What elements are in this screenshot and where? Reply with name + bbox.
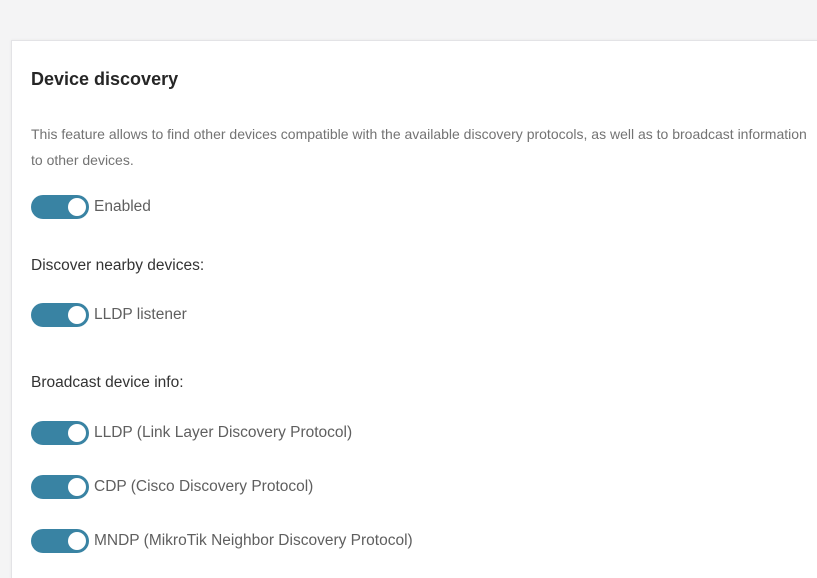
top-bar xyxy=(0,0,817,40)
lldp-listener-toggle-label: LLDP listener xyxy=(94,306,187,323)
broadcast-heading: Broadcast device info: xyxy=(31,374,184,391)
toggle-knob xyxy=(68,478,86,496)
cdp-toggle-row[interactable]: CDP (Cisco Discovery Protocol) xyxy=(31,475,313,499)
lldp-broadcast-toggle-label: LLDP (Link Layer Discovery Protocol) xyxy=(94,424,353,441)
device-discovery-card: Device discovery This feature allows to … xyxy=(11,40,817,578)
enabled-toggle-switch[interactable] xyxy=(31,195,89,219)
enabled-toggle-label: Enabled xyxy=(94,198,151,215)
mndp-toggle-label: MNDP (MikroTik Neighbor Discovery Protoc… xyxy=(94,532,413,549)
lldp-listener-toggle-row[interactable]: LLDP listener xyxy=(31,303,187,327)
cdp-toggle-switch[interactable] xyxy=(31,475,89,499)
section-description: This feature allows to find other device… xyxy=(31,126,807,168)
lldp-broadcast-toggle-row[interactable]: LLDP (Link Layer Discovery Protocol) xyxy=(31,421,352,445)
lldp-listener-toggle-switch[interactable] xyxy=(31,303,89,327)
toggle-knob xyxy=(68,306,86,324)
enabled-toggle-row[interactable]: Enabled xyxy=(31,195,151,219)
toggle-knob xyxy=(68,198,86,216)
lldp-broadcast-toggle-switch[interactable] xyxy=(31,421,89,445)
mndp-toggle-switch[interactable] xyxy=(31,529,89,553)
toggle-knob xyxy=(68,424,86,442)
toggle-knob xyxy=(68,532,86,550)
mndp-toggle-row[interactable]: MNDP (MikroTik Neighbor Discovery Protoc… xyxy=(31,529,413,553)
section-title: Device discovery xyxy=(31,69,179,89)
discover-heading: Discover nearby devices: xyxy=(31,257,205,274)
cdp-toggle-label: CDP (Cisco Discovery Protocol) xyxy=(94,478,314,495)
